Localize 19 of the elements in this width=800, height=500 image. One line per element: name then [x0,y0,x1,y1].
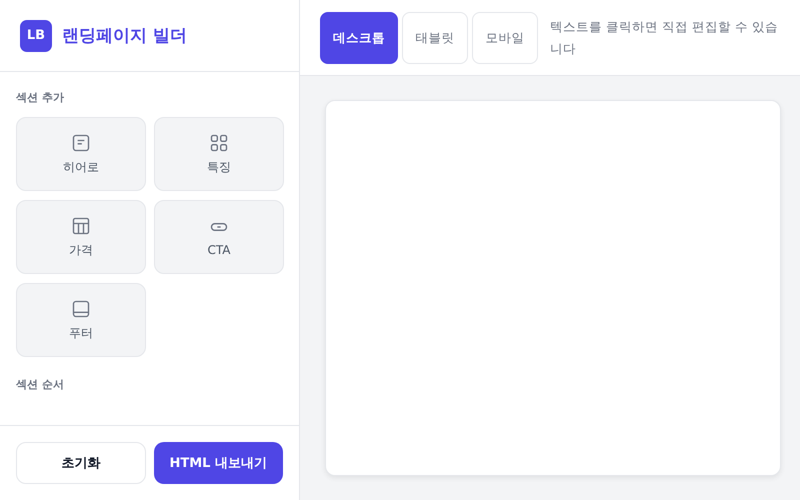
table-icon [71,216,91,236]
logo-badge: LB [20,20,52,52]
section-type-button[interactable]: CTA [154,200,284,274]
section-type-button[interactable]: 특징 [154,117,284,191]
view-tab[interactable]: 데스크톱 [320,12,398,64]
hint-text: 텍스트를 클릭하면 직접 편집할 수 있습니다 [550,18,779,58]
app-title: 랜딩페이지 빌더 [62,25,187,47]
export-button[interactable]: HTML 내보내기 [154,442,283,484]
text-block-icon [71,132,91,152]
grid-icon [209,132,229,152]
section-heading: 섹션 추가 [16,90,65,105]
section-type-button[interactable]: 푸터 [16,283,146,357]
view-tab[interactable]: 모바일 [472,12,538,64]
section-type-button[interactable]: 히어로 [16,117,146,191]
view-tab[interactable]: 태블릿 [402,12,468,64]
footer-layout-icon [71,298,91,318]
reset-button[interactable]: 초기화 [16,442,146,484]
section-type-button[interactable]: 가격 [16,200,146,274]
section-heading: 섹션 순서 [16,377,65,392]
